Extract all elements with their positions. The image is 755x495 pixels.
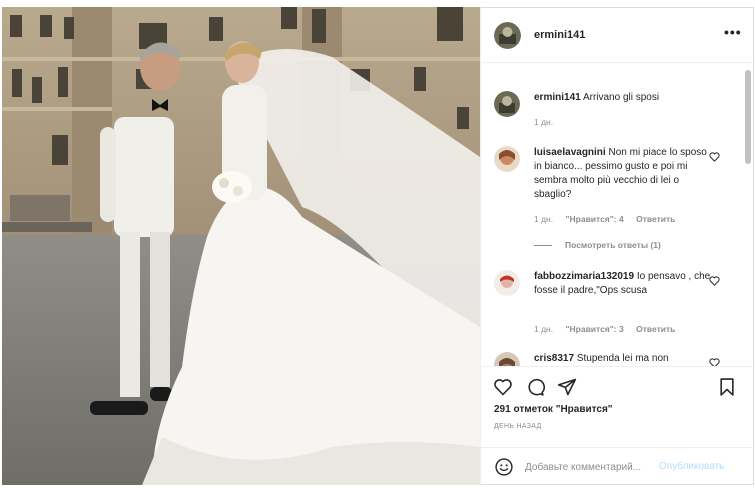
comment-text: Arrivano gli sposi	[582, 92, 660, 103]
publish-button[interactable]: Опубликовать	[659, 461, 724, 472]
comment-age: 1 дн.	[534, 214, 554, 224]
comment-body: luisaelavagnini Non mi piace lo sposo in…	[534, 146, 714, 202]
heart-icon[interactable]	[709, 358, 720, 366]
comments-list[interactable]: ermini141 Arrivano gli sposi 1 дн. luisa…	[481, 64, 743, 366]
avatar[interactable]	[494, 270, 520, 296]
comment-body: fabbozzimaria132019 Io pensavo , che fos…	[534, 270, 714, 298]
comment-username[interactable]: ermini141	[534, 92, 581, 103]
post-photo[interactable]	[2, 7, 480, 485]
caption-meta: 1 дн.	[534, 117, 563, 127]
wedding-photo-image	[2, 7, 480, 485]
comments-scrollbar[interactable]	[745, 70, 751, 164]
reply-button[interactable]: Ответить	[636, 324, 675, 334]
comment-likes-link[interactable]: "Нравится": 4	[565, 214, 623, 224]
bookmark-icon[interactable]	[717, 377, 737, 397]
comment-username[interactable]: luisaelavagnini	[534, 147, 606, 158]
comment-body: cris8317 Stupenda lei ma non	[534, 352, 714, 366]
author-avatar[interactable]	[494, 21, 521, 49]
comment-text: Stupenda lei ma non	[576, 353, 669, 364]
caption-avatar[interactable]	[494, 91, 520, 117]
comment-age: 1 дн.	[534, 117, 554, 127]
instagram-post-modal: ermini141 ••• ermini141 Arrivano gli spo…	[0, 0, 755, 495]
avatar[interactable]	[494, 352, 520, 366]
avatar[interactable]	[494, 146, 520, 172]
comment-meta: 1 дн. "Нравится": 4 Ответить	[534, 214, 685, 224]
post-side-panel: ermini141 ••• ermini141 Arrivano gli spo…	[480, 7, 754, 485]
more-icon[interactable]: •••	[724, 25, 741, 41]
likes-count[interactable]: 291 отметок "Нравится"	[494, 404, 613, 415]
heart-icon[interactable]	[709, 276, 720, 286]
view-replies-button[interactable]: Посмотреть ответы (1)	[534, 240, 661, 250]
reply-button[interactable]: Ответить	[636, 214, 675, 224]
post-header: ermini141 •••	[481, 8, 754, 63]
comment-username[interactable]: fabbozzimaria132019	[534, 271, 634, 282]
caption-text: ermini141 Arrivano gli sposi	[534, 91, 714, 105]
comment-input[interactable]	[525, 459, 659, 475]
action-bar	[481, 366, 754, 402]
heart-icon[interactable]	[709, 152, 720, 162]
comment-username[interactable]: cris8317	[534, 353, 574, 364]
post-date[interactable]: ДЕНЬ НАЗАД	[494, 423, 542, 430]
author-username[interactable]: ermini141	[534, 29, 585, 41]
heart-icon[interactable]	[493, 377, 513, 397]
comment-icon[interactable]	[525, 377, 545, 397]
view-replies-label: Посмотреть ответы (1)	[565, 240, 661, 250]
comment-age: 1 дн.	[534, 324, 554, 334]
comment-likes-link[interactable]: "Нравится": 3	[565, 324, 623, 334]
comment-meta: 1 дн. "Нравится": 3 Ответить	[534, 324, 685, 334]
replies-divider	[534, 244, 552, 246]
share-icon[interactable]	[557, 377, 577, 397]
emoji-icon[interactable]	[494, 457, 514, 477]
add-comment-bar: Опубликовать	[481, 447, 754, 485]
